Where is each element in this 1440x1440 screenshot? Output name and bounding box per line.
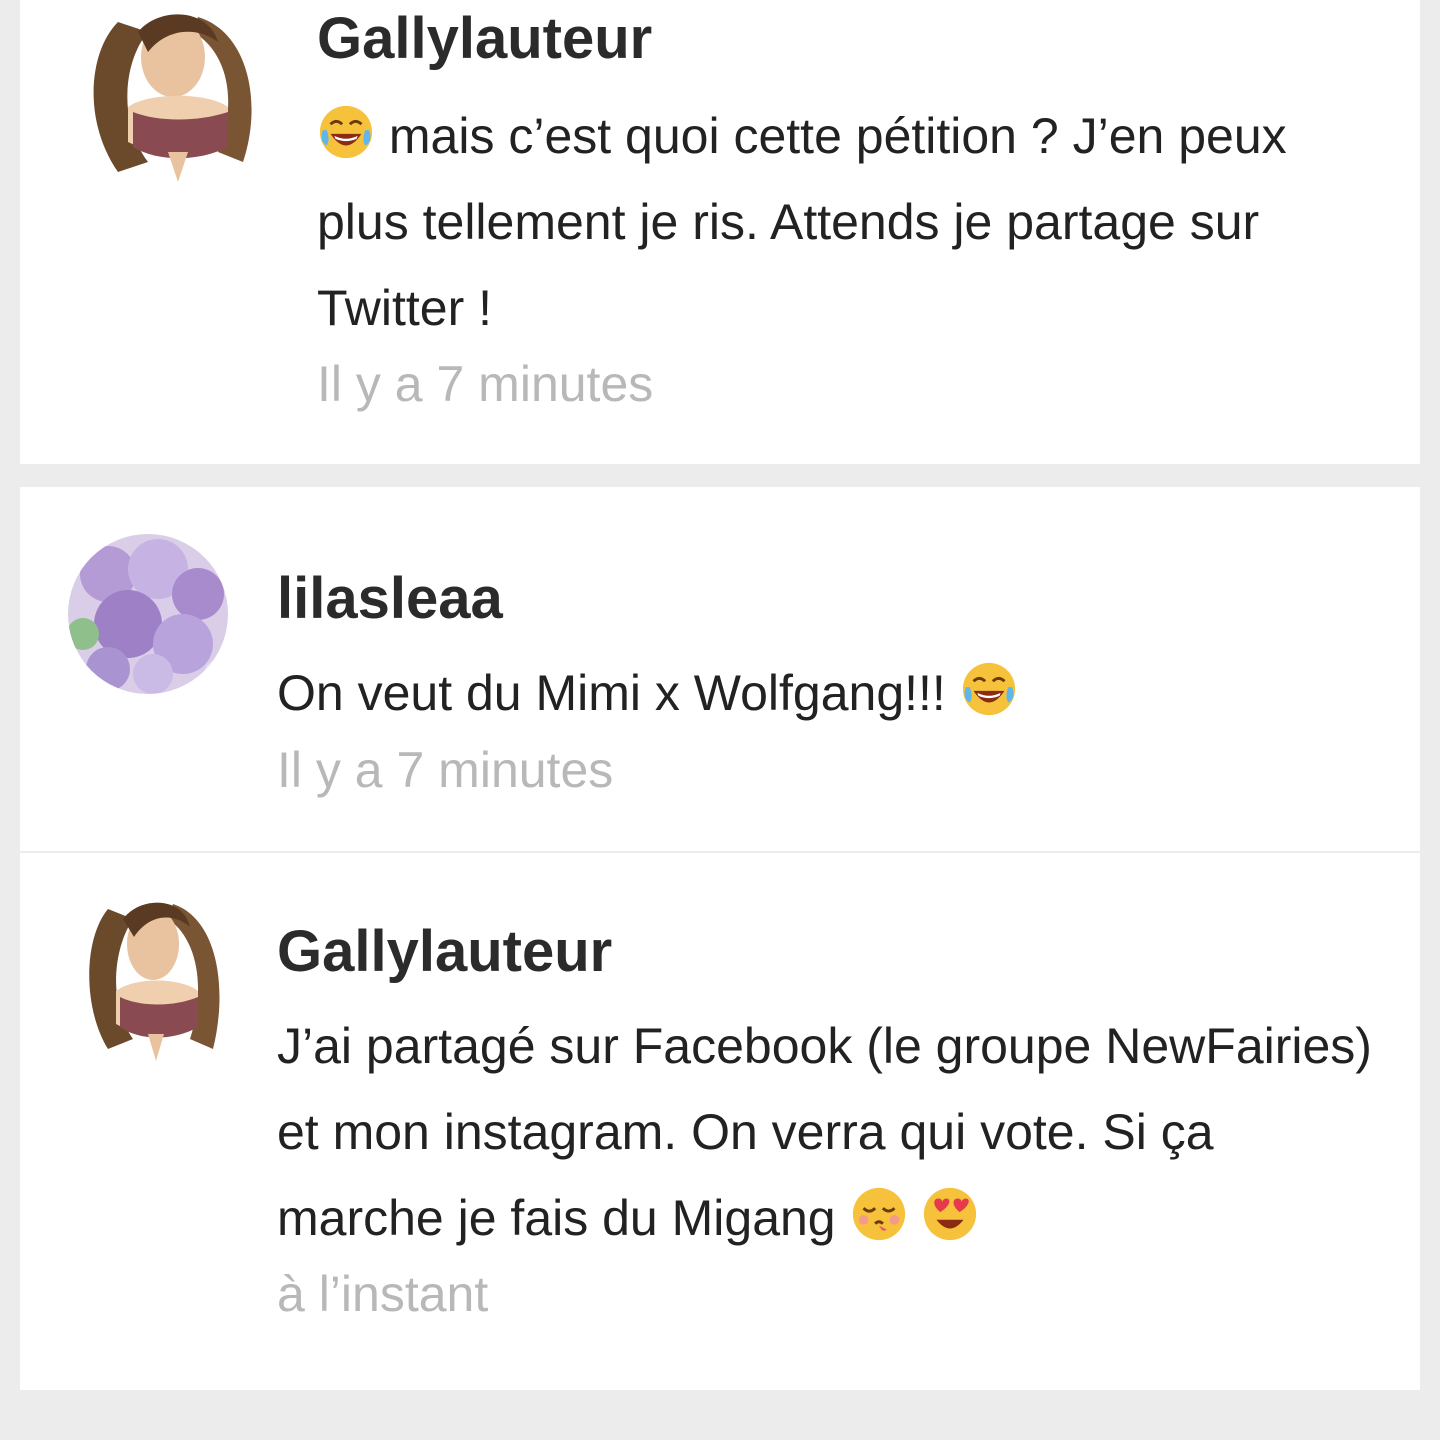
avatar-lilac-photo (68, 534, 228, 694)
heart-eyes-emoji (921, 1185, 979, 1243)
comment-item: Gallylauteur mais c’est quoi cette pétit… (20, 0, 1420, 464)
comment-text-body: J’ai partagé sur Facebook (le groupe New… (277, 1018, 1372, 1246)
comment-timestamp: Il y a 7 minutes (317, 356, 654, 412)
tears-of-joy-emoji (960, 660, 1018, 718)
comment-author[interactable]: Gallylauteur (317, 4, 652, 74)
comment-text: On veut du Mimi x Wolfgang!!! (277, 650, 1377, 736)
comment-author[interactable]: lilasleaa (277, 564, 503, 634)
comment-item: lilasleaa On veut du Mimi x Wolfgang!!! … (20, 487, 1420, 851)
comment-item: Gallylauteur J’ai partagé sur Facebook (… (20, 853, 1420, 1390)
user-avatar[interactable] (68, 534, 228, 694)
comment-author[interactable]: Gallylauteur (277, 917, 612, 987)
kissing-face-emoji (850, 1185, 908, 1243)
comment-text: mais c’est quoi cette pétition ? J’en pe… (317, 93, 1317, 351)
user-avatar[interactable] (78, 12, 268, 182)
comment-card: Gallylauteur mais c’est quoi cette pétit… (20, 0, 1420, 464)
tears-of-joy-emoji (317, 103, 375, 161)
comment-timestamp: à l’instant (277, 1266, 489, 1322)
comment-text-body: mais c’est quoi cette pétition ? J’en pe… (317, 108, 1287, 336)
avatar-illustration (93, 14, 252, 182)
comment-timestamp: Il y a 7 minutes (277, 742, 614, 798)
avatar-illustration (89, 902, 220, 1061)
comment-card: lilasleaa On veut du Mimi x Wolfgang!!! … (20, 487, 1420, 1390)
comment-text: J’ai partagé sur Facebook (le groupe New… (277, 1003, 1387, 1261)
comment-text-body: On veut du Mimi x Wolfgang!!! (277, 665, 960, 721)
user-avatar[interactable] (78, 899, 228, 1061)
